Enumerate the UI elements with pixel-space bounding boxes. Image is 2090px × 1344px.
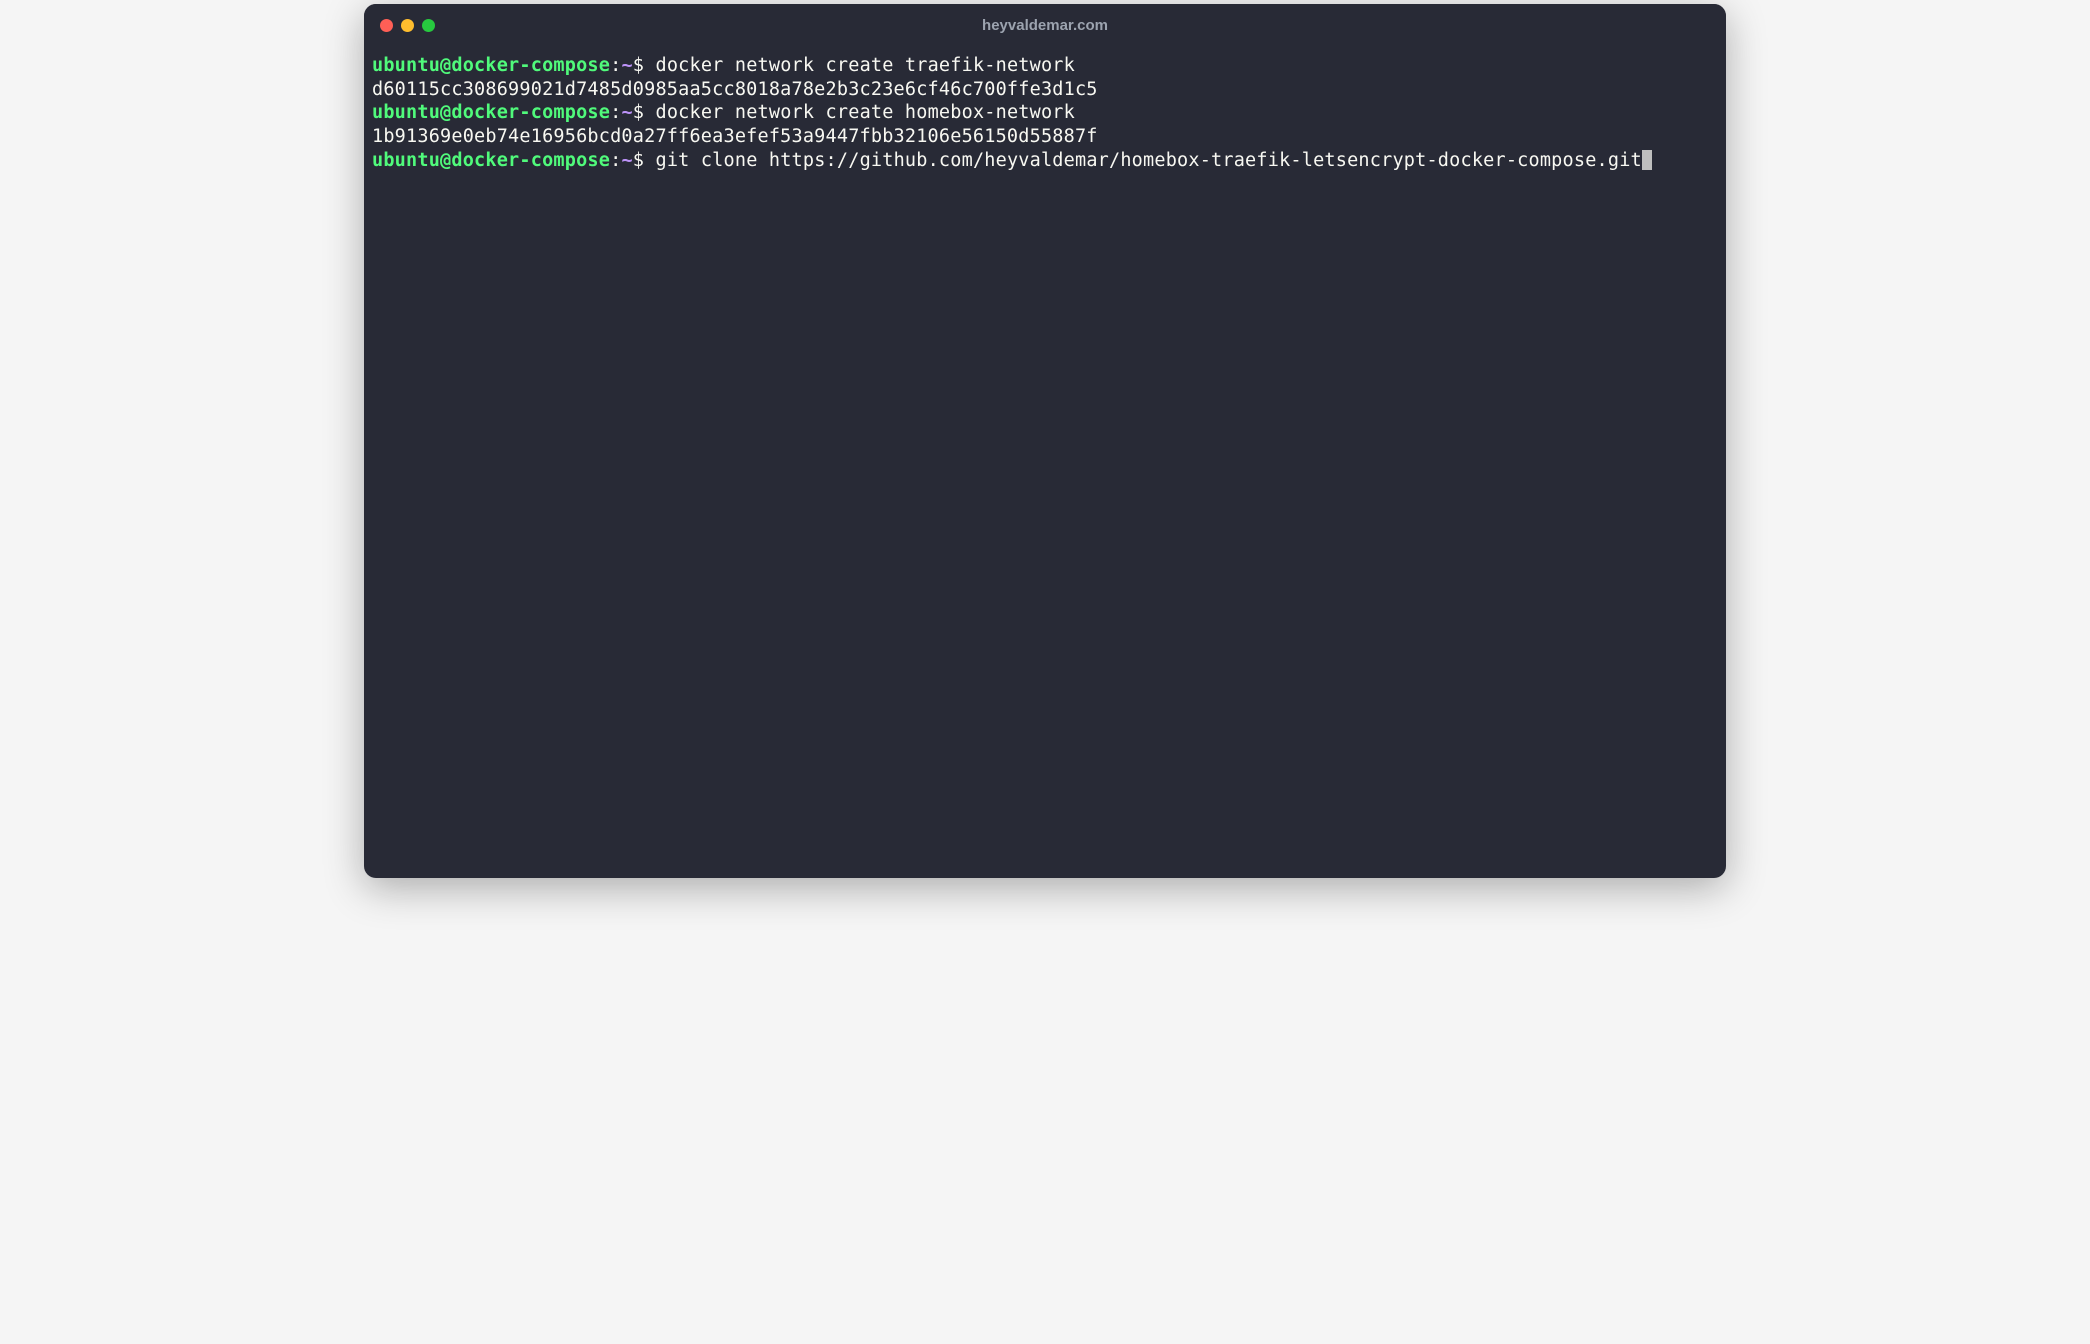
command-text: docker network create traefik-network (655, 55, 1075, 76)
command-text: git clone https://github.com/heyvaldemar… (655, 150, 1641, 171)
prompt-user-host: ubuntu@docker-compose (372, 55, 610, 76)
command-output: 1b91369e0eb74e16956bcd0a27ff6ea3efef53a9… (372, 126, 1098, 147)
terminal-line: ubuntu@docker-compose:~$ docker network … (372, 101, 1718, 125)
prompt-user-host: ubuntu@docker-compose (372, 102, 610, 123)
prompt-path: ~ (621, 150, 632, 171)
prompt-separator: : (610, 102, 621, 123)
traffic-lights (380, 19, 435, 32)
prompt-separator: : (610, 55, 621, 76)
command-text: docker network create homebox-network (655, 102, 1075, 123)
title-bar: heyvaldemar.com (364, 4, 1726, 46)
close-button[interactable] (380, 19, 393, 32)
terminal-window: heyvaldemar.com ubuntu@docker-compose:~$… (364, 4, 1726, 878)
terminal-line: 1b91369e0eb74e16956bcd0a27ff6ea3efef53a9… (372, 125, 1718, 149)
terminal-line: ubuntu@docker-compose:~$ git clone https… (372, 149, 1718, 173)
terminal-line: d60115cc308699021d7485d0985aa5cc8018a78e… (372, 78, 1718, 102)
prompt-separator: : (610, 150, 621, 171)
maximize-button[interactable] (422, 19, 435, 32)
prompt-symbol: $ (633, 55, 644, 76)
cursor (1642, 150, 1652, 170)
command-output: d60115cc308699021d7485d0985aa5cc8018a78e… (372, 79, 1098, 100)
prompt-symbol: $ (633, 102, 644, 123)
prompt-symbol: $ (633, 150, 644, 171)
prompt-path: ~ (621, 102, 632, 123)
terminal-content[interactable]: ubuntu@docker-compose:~$ docker network … (364, 46, 1726, 878)
prompt-path: ~ (621, 55, 632, 76)
window-title: heyvaldemar.com (982, 17, 1108, 34)
prompt-user-host: ubuntu@docker-compose (372, 150, 610, 171)
terminal-line: ubuntu@docker-compose:~$ docker network … (372, 54, 1718, 78)
minimize-button[interactable] (401, 19, 414, 32)
